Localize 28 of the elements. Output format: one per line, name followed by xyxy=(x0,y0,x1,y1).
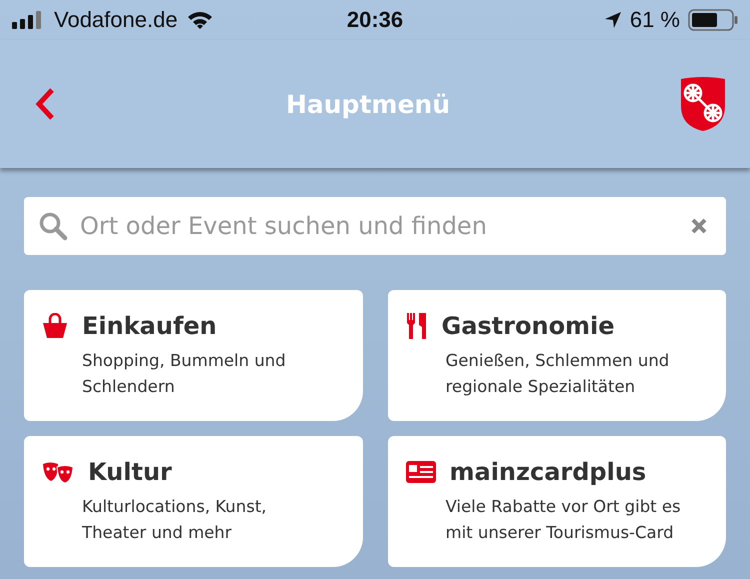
coat-of-arms-icon xyxy=(680,76,726,132)
tile-description: Kulturlocations, Kunst, Theater und mehr xyxy=(82,496,268,544)
clock-time: 20:36 xyxy=(346,7,404,33)
tile-description: Viele Rabatte vor Ort gibt es mit unserer Tourismus-Card xyxy=(446,496,682,544)
tile-description: Shopping, Bummeln und Schlendern xyxy=(82,350,287,398)
wifi-icon xyxy=(186,10,214,30)
location-arrow-icon xyxy=(604,11,622,29)
tile-title: Kultur xyxy=(88,458,172,486)
back-button[interactable] xyxy=(34,87,56,121)
category-tile[interactable]: Einkaufen Shopping, Bummeln und Schlendern xyxy=(24,290,362,421)
card-icon xyxy=(406,461,436,483)
search-field[interactable]: Ort oder Event suchen und finden xyxy=(24,197,726,255)
tile-title: mainzcardplus xyxy=(450,458,646,486)
tile-title: Einkaufen xyxy=(82,312,217,340)
clear-icon[interactable] xyxy=(690,217,708,235)
screen-title: Hauptmenü xyxy=(286,90,450,118)
tile-description: Genießen, Schlemmen und regionale Spezialitäten xyxy=(446,350,670,398)
category-tile[interactable]: Kultur Kulturlocations, Kunst, Theater und mehr xyxy=(24,436,362,567)
theater-masks-icon xyxy=(42,461,74,483)
battery-icon xyxy=(688,9,738,31)
category-tile[interactable]: mainzcardplus Viele Rabatte vor Ort gibt es mit unserer Tourismus-Card xyxy=(388,436,726,567)
search-icon xyxy=(38,211,68,241)
cutlery-icon xyxy=(406,312,428,340)
battery-percent: 61 % xyxy=(630,7,680,33)
category-tile[interactable]: Gastronomie Genießen, Schlemmen und regionale Spezialitäten xyxy=(388,290,726,421)
shopping-basket-icon xyxy=(42,313,68,339)
tile-title: Gastronomie xyxy=(442,312,615,340)
carrier-name: Vodafone.de xyxy=(54,7,178,33)
